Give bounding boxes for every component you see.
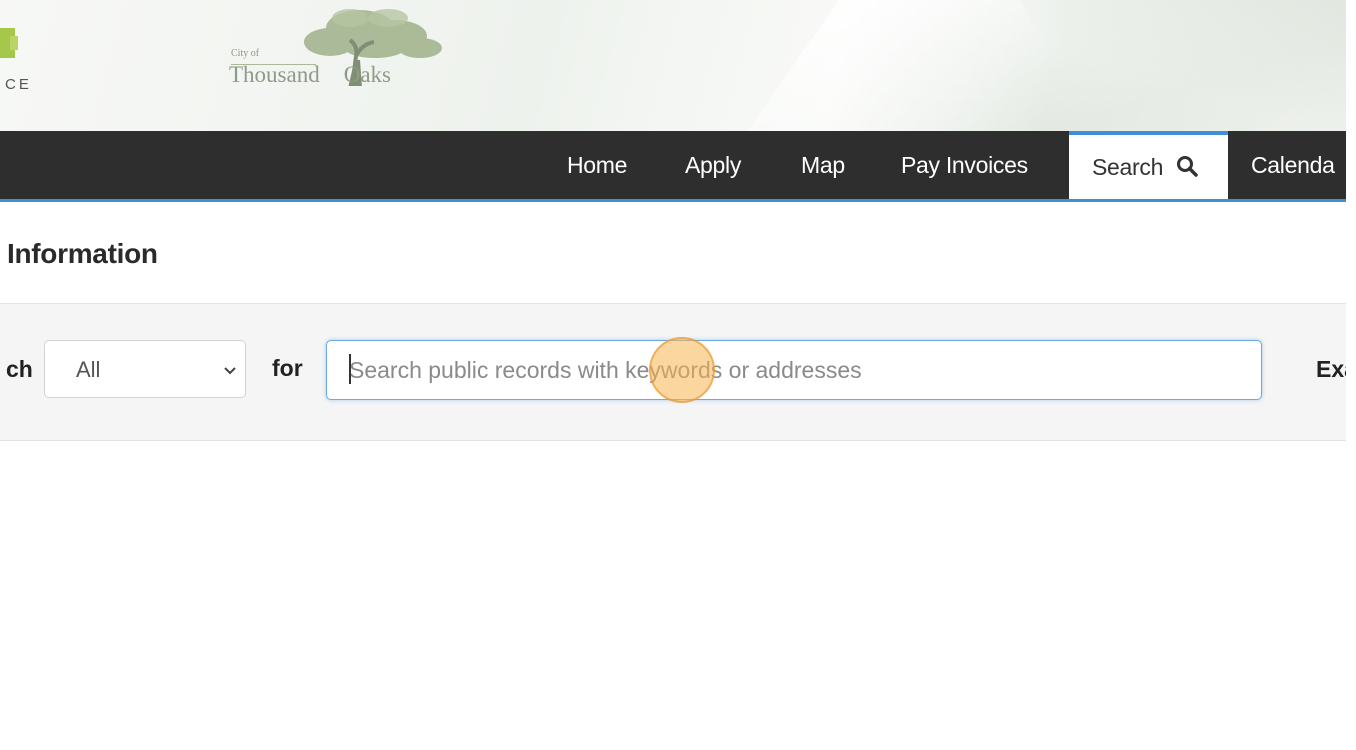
browser-viewport: CE City of Thousand Oaks Home Apply Map … bbox=[0, 0, 1346, 750]
city-of-label: City of bbox=[231, 48, 260, 59]
examples-label: Exa bbox=[1316, 356, 1346, 382]
city-name-part1: Thousand bbox=[229, 62, 320, 87]
city-name: Thousand Oaks bbox=[229, 62, 391, 88]
partial-logo-text: CE bbox=[5, 76, 32, 93]
nav-apply[interactable]: Apply bbox=[685, 131, 741, 199]
nav-pay-invoices[interactable]: Pay Invoices bbox=[901, 131, 1028, 199]
page-title: Information bbox=[7, 238, 158, 269]
search-icon bbox=[1177, 156, 1198, 177]
nav-search[interactable]: Search bbox=[1069, 131, 1228, 199]
partial-logo-mark bbox=[0, 28, 18, 58]
nav-map[interactable]: Map bbox=[801, 131, 845, 199]
search-input[interactable] bbox=[326, 340, 1262, 400]
nav-home[interactable]: Home bbox=[567, 131, 627, 199]
for-label: for bbox=[272, 355, 303, 381]
window-edge bbox=[1346, 0, 1356, 750]
text-caret bbox=[349, 354, 351, 384]
search-label: ch bbox=[6, 356, 33, 382]
chevron-down-icon bbox=[224, 367, 236, 375]
search-scope-value: All bbox=[76, 357, 101, 382]
main-navbar: Home Apply Map Pay Invoices Search Calen… bbox=[0, 131, 1346, 202]
city-logo[interactable]: City of Thousand Oaks bbox=[225, 6, 455, 92]
nav-search-label: Search bbox=[1092, 154, 1164, 180]
nav-calendar[interactable]: Calenda bbox=[1251, 131, 1335, 199]
site-banner: CE City of Thousand Oaks bbox=[0, 0, 1346, 131]
click-indicator bbox=[649, 337, 715, 403]
city-name-part2: Oaks bbox=[343, 62, 391, 87]
search-scope-select[interactable]: All bbox=[44, 340, 246, 398]
